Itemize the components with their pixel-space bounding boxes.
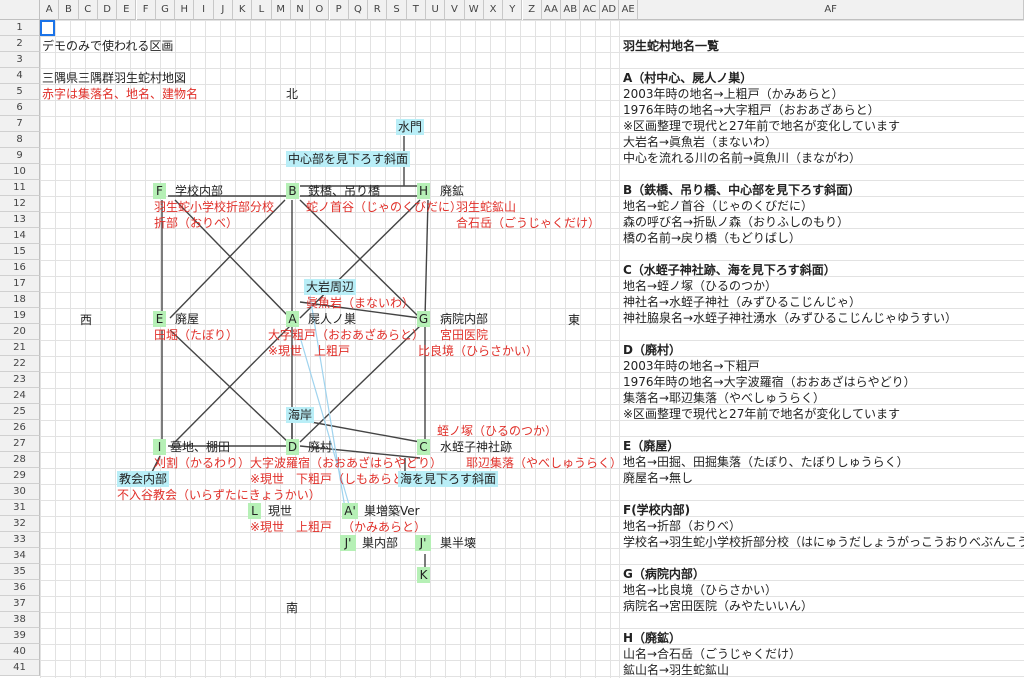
- node-Aprime-label: 巣増築Ver: [364, 504, 420, 518]
- place-list-heading: A（村中心、屍人ノ巣）: [623, 71, 753, 85]
- place-list-line: 森の呼び名→折臥ノ森（おりふしのもり）: [623, 215, 850, 229]
- node-Jpp: J': [415, 535, 431, 551]
- node-Aprime-red: （かみあらと）: [342, 520, 427, 534]
- spreadsheet: A B C D E F G H I J K L M N O P Q R S T U V W X Y Z AA AB AC AD AE AF 1…: [0, 0, 1024, 678]
- place-list-heading: B（鉄橋、吊り橋、中心部を見下ろす斜面）: [623, 183, 861, 197]
- node-Jpp-label: 巣半壊: [440, 536, 477, 550]
- place-list-line: 2003年時の地名→上粗戸（かみあらと）: [623, 87, 844, 101]
- node-C-label: 水蛭子神社跡: [440, 440, 513, 454]
- place-list-line: ※区画整理で現代と27年前で地名が変化しています: [623, 119, 900, 133]
- node-F-label: 学校内部: [175, 184, 224, 198]
- node-D: D: [286, 439, 299, 455]
- node-church: 教会内部: [117, 471, 170, 487]
- map-title: 三隅県三隅群羽生蛇村地図: [42, 71, 187, 85]
- node-B-label: 鉄橋、吊り橋: [308, 184, 381, 198]
- place-list-line: 地名→折部（おりべ）: [623, 519, 742, 533]
- node-E-red: 田堀（たぼり）: [154, 328, 239, 342]
- place-list-heading: G（病院内部）: [623, 567, 705, 581]
- node-F-red2: 折部（おりべ）: [154, 216, 239, 230]
- node-H-red2: 合石岳（ごうじゃくだけ）: [456, 216, 601, 230]
- node-A-red1: 大字粗戸（おおあざあらと）: [268, 328, 425, 342]
- place-list-heading: E（廃屋）: [623, 439, 680, 453]
- node-G: G: [417, 311, 430, 327]
- place-list-line: 集落名→耶辺集落（やべしゅうらく）: [623, 391, 826, 405]
- place-list-line: 2003年時の地名→下粗戸: [623, 359, 760, 373]
- node-H-red1: 羽生蛇鉱山: [456, 200, 517, 214]
- node-Aprime: A': [342, 503, 358, 519]
- place-list-heading: C（水蛭子神社跡、海を見下ろす斜面）: [623, 263, 836, 277]
- node-oiwa-red: 眞魚岩（まないわ）: [306, 296, 415, 310]
- compass-north: 北: [286, 87, 299, 101]
- place-list-title: 羽生蛇村地名一覧: [623, 39, 720, 53]
- legend-red-note: 赤字は集落名、地名、建物名: [42, 87, 199, 101]
- place-list-line: 大岩名→眞魚岩（まないわ）: [623, 135, 778, 149]
- node-D-red1: 大字波羅宿（おおあざはらやどり）: [250, 456, 443, 470]
- node-umi-slope: 海を見下ろす斜面: [398, 471, 499, 487]
- place-list-line: 山名→合石岳（ごうじゃくだけ）: [623, 647, 802, 661]
- node-C-red-top: 蛭ノ塚（ひるのつか）: [437, 424, 558, 438]
- node-church-red: 不入谷教会（いらずたにきょうかい）: [117, 488, 321, 502]
- node-oiwa: 大岩周辺: [304, 279, 357, 295]
- node-C: C: [417, 439, 430, 455]
- node-I-label: 墓地、棚田: [170, 440, 231, 454]
- node-H: H: [417, 183, 430, 199]
- place-list-line: 1976年時の地名→大字粗戸（おおあざあらと）: [623, 103, 880, 117]
- place-list-line: 地名→蛇ノ首谷（じゃのくびだに）: [623, 199, 814, 213]
- place-list-heading: D（廃村）: [623, 343, 681, 357]
- place-list-line: 地名→比良境（ひらさかい）: [623, 583, 778, 597]
- place-list-line: 学校名→羽生蛇小学校折部分校（はにゅうだしょうがっこうおりべぶんこう）: [623, 535, 1024, 549]
- node-Jprime: J': [340, 535, 356, 551]
- node-D-red2: ※現世 下粗戸（しもあらと）: [250, 472, 417, 486]
- node-D-label: 廃村: [308, 440, 333, 454]
- node-L: L: [248, 503, 261, 519]
- node-L-label: 現世: [268, 504, 293, 518]
- compass-east: 東: [568, 313, 581, 327]
- node-B: B: [286, 183, 299, 199]
- place-list-line: 1976年時の地名→大字波羅宿（おおあざはらやどり）: [623, 375, 916, 389]
- node-L-red: ※現世 上粗戸: [250, 520, 333, 534]
- place-list-line: 地名→田掘、田掘集落（たぼり、たぼりしゅうらく）: [623, 455, 909, 469]
- node-chushin-slope: 中心部を見下ろす斜面: [286, 151, 411, 167]
- node-E-label: 廃屋: [175, 312, 200, 326]
- place-list-heading: H（廃鉱）: [623, 631, 682, 645]
- node-I: I: [153, 439, 166, 455]
- place-list-line: 病院名→宮田医院（みやたいいん）: [623, 599, 814, 613]
- node-F-red1: 羽生蛇小学校折部分校: [154, 200, 275, 214]
- compass-west: 西: [80, 313, 93, 327]
- node-kaigan: 海岸: [286, 407, 315, 423]
- link-H-G: [424, 199, 429, 319]
- node-suimon: 水門: [396, 119, 425, 135]
- node-B-red: 蛇ノ首谷（じゃのくびだに）: [306, 200, 463, 214]
- place-list-line: 神社名→水蛭子神社（みずひるこじんじゃ）: [623, 295, 862, 309]
- place-list-line: 神社脇泉名→水蛭子神社湧水（みずひるこじんじゃゆうすい）: [623, 311, 958, 325]
- node-I-red: 刈割（かるわり）: [154, 456, 251, 470]
- node-E: E: [153, 311, 166, 327]
- node-G-label: 病院内部: [440, 312, 489, 326]
- compass-south: 南: [286, 601, 299, 615]
- node-Jprime-label: 巣内部: [362, 536, 399, 550]
- node-A-red2: ※現世 上粗戸: [268, 344, 351, 358]
- node-C-red: 耶辺集落（やべしゅうらく）: [466, 456, 623, 470]
- node-G-red2: 比良境（ひらさかい）: [418, 344, 539, 358]
- place-list-line: 中心を流れる川の名前→眞魚川（まながわ）: [623, 151, 862, 165]
- node-H-label: 廃鉱: [440, 184, 465, 198]
- place-list-heading: F(学校内部): [623, 503, 691, 517]
- node-G-red1: 宮田医院: [440, 328, 489, 342]
- node-A-label: 屍人ノ巣: [308, 312, 357, 326]
- place-list-line: 地名→蛭ノ塚（ひるのつか）: [623, 279, 778, 293]
- place-list-line: 鉱山名→羽生蛇鉱山: [623, 663, 730, 677]
- node-K: K: [417, 567, 430, 583]
- node-A: A: [286, 311, 299, 327]
- place-list-line: 廃屋名→無し: [623, 471, 694, 485]
- demo-note: デモのみで使われる区画: [42, 39, 174, 53]
- place-list-line: ※区画整理で現代と27年前で地名が変化しています: [623, 407, 900, 421]
- place-list-line: 橋の名前→戻り橋（もどりばし）: [623, 231, 801, 245]
- node-F: F: [153, 183, 166, 199]
